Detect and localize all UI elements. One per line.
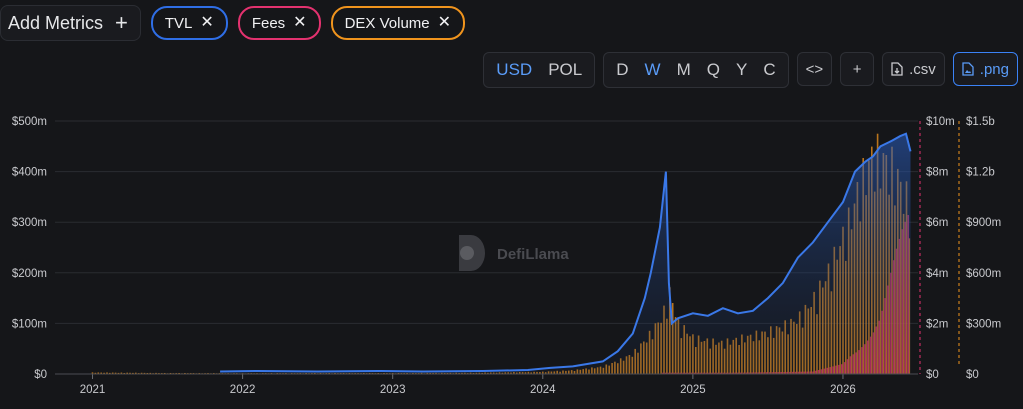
left-tick-label: $500m (12, 116, 47, 128)
plus-icon: + (115, 9, 128, 35)
chip-label: Fees (251, 14, 286, 32)
defillama-watermark: DefiLlama (459, 235, 569, 271)
add-metrics-button[interactable]: Add Metrics + (0, 5, 141, 41)
dex-tick-label: $600m (966, 268, 1001, 280)
x-tick-label: 2021 (80, 384, 106, 396)
period-quarterly[interactable]: Q (699, 60, 728, 80)
metric-chip-dex-volume[interactable]: DEX Volume ✕ (330, 6, 466, 40)
left-tick-label: $100m (12, 318, 47, 330)
fees-axis: $0 $2m $4m $6m $8m $10m (919, 116, 955, 381)
embed-button[interactable]: <> (796, 52, 833, 86)
dex-tick-label: $1.5b (966, 116, 995, 128)
chart-controls: USD POL D W M Q Y C <> + .csv .png (483, 52, 1018, 88)
left-tick-label: $300m (12, 217, 47, 229)
period-daily[interactable]: D (608, 60, 636, 80)
embed-icon: <> (805, 60, 824, 78)
x-tick-label: 2026 (830, 384, 856, 396)
download-file-icon (891, 62, 903, 76)
chip-label: TVL (164, 14, 193, 32)
currency-pol[interactable]: POL (540, 60, 590, 80)
csv-label: .csv (909, 60, 936, 78)
plus-icon: + (852, 60, 862, 78)
metric-chip-tvl[interactable]: TVL ✕ (150, 6, 228, 40)
period-cumulative[interactable]: C (755, 60, 783, 80)
fees-tick-label: $4m (926, 268, 948, 280)
period-toggle: D W M Q Y C (603, 52, 789, 88)
x-tick-label: 2024 (530, 384, 556, 396)
fees-tick-label: $10m (926, 116, 955, 128)
watermark-text: DefiLlama (497, 246, 569, 263)
close-icon[interactable]: ✕ (200, 15, 213, 31)
png-download-button[interactable]: .png (952, 52, 1018, 86)
chip-label: DEX Volume (344, 14, 430, 32)
left-tick-label: $200m (12, 268, 47, 280)
close-icon[interactable]: ✕ (293, 15, 306, 31)
fees-tick-label: $6m (926, 217, 948, 229)
image-file-icon (962, 62, 974, 76)
x-tick-label: 2022 (230, 384, 256, 396)
x-axis: 2021 2022 2023 2024 2025 2026 (55, 373, 918, 396)
fees-tick-label: $0 (926, 369, 939, 381)
dex-tick-label: $0 (966, 369, 979, 381)
llama-logo-dot (460, 246, 474, 260)
dex-volume-axis: $0 $300m $600m $900m $1.2b $1.5b (958, 116, 1001, 381)
left-tick-label: $400m (12, 167, 47, 179)
dex-tick-label: $900m (966, 217, 1001, 229)
x-tick-label: 2023 (380, 384, 406, 396)
x-tick-label: 2025 (680, 384, 706, 396)
fees-tick-label: $8m (926, 167, 948, 179)
left-axis: $0 $100m $200m $300m $400m $500m (12, 116, 47, 381)
left-tick-label: $0 (34, 369, 47, 381)
png-label: .png (979, 60, 1009, 78)
dex-tick-label: $1.2b (966, 167, 995, 179)
add-metrics-label: Add Metrics (8, 12, 104, 33)
period-weekly[interactable]: W (637, 60, 669, 80)
metric-chip-fees[interactable]: Fees ✕ (237, 6, 321, 40)
dex-tick-label: $300m (966, 318, 1001, 330)
currency-usd[interactable]: USD (488, 60, 540, 80)
period-yearly[interactable]: Y (728, 60, 755, 80)
period-monthly[interactable]: M (669, 60, 699, 80)
chart: $0$100m$200m$300m$400m$500m $0$2m$4m$6m$… (12, 116, 1001, 396)
close-icon[interactable]: ✕ (438, 15, 451, 31)
fees-tick-label: $2m (926, 318, 948, 330)
top-bar: Add Metrics + TVL ✕ Fees ✕ DEX Volume ✕ (0, 5, 466, 41)
add-button[interactable]: + (840, 52, 875, 86)
csv-download-button[interactable]: .csv (882, 52, 945, 86)
currency-toggle: USD POL (483, 52, 596, 88)
